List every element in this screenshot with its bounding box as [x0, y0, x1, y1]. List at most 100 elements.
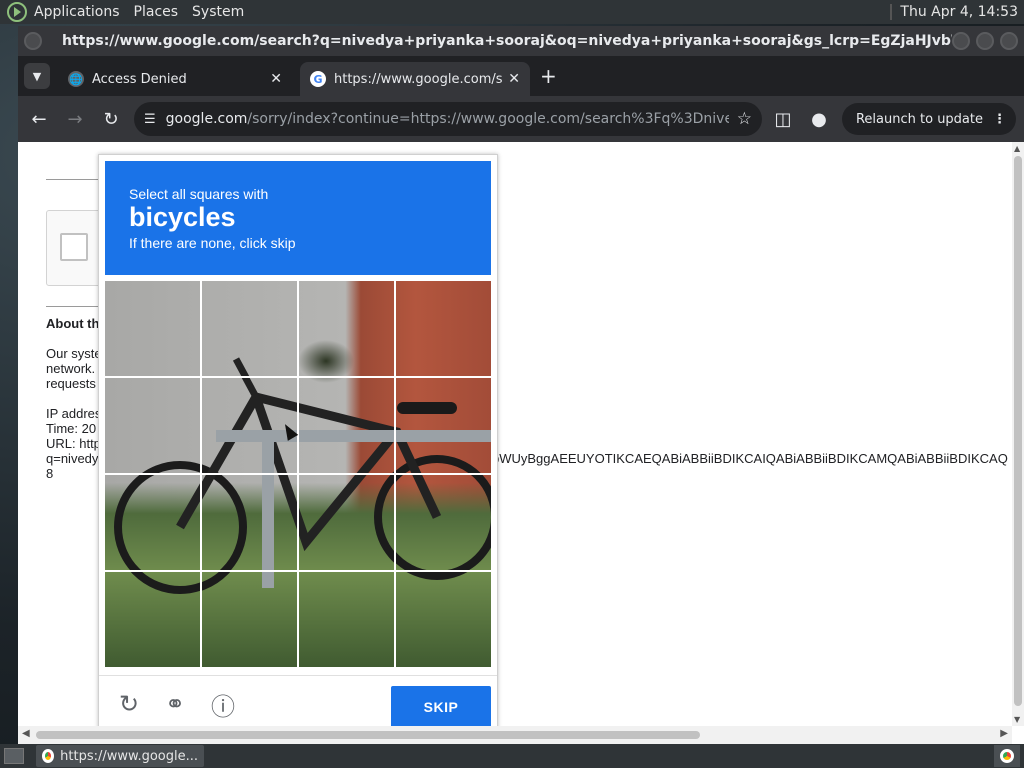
captcha-image-grid: [105, 281, 491, 667]
target-keyword: bicycles: [129, 202, 236, 232]
captcha-challenge: Select all squares with bicycles If ther…: [98, 154, 498, 730]
captcha-tile[interactable]: [299, 572, 394, 667]
captcha-tile[interactable]: [105, 281, 200, 376]
tab-strip: ▼ 🌐 Access Denied ✕ G https://www.google…: [18, 56, 1024, 96]
taskbar-window-button[interactable]: https://www.google...: [36, 745, 204, 767]
bicycle-silhouette: [202, 475, 297, 570]
tile-image: [299, 475, 394, 570]
tab-google-search[interactable]: G https://www.google.com/sea ✕: [300, 62, 530, 96]
browser-window: https://www.google.com/search?q=nivedya+…: [18, 26, 1024, 744]
places-menu[interactable]: Places: [134, 4, 179, 20]
tab-search-button[interactable]: ▼: [24, 63, 50, 89]
reload-icon: ↻: [103, 108, 119, 130]
info-line: URL: http: [46, 436, 101, 451]
close-tab-icon[interactable]: ✕: [270, 71, 282, 87]
captcha-footer: ↻ ⚭ ⓘ SKIP: [99, 675, 497, 731]
close-window-button[interactable]: [1000, 32, 1018, 50]
system-menu[interactable]: System: [192, 4, 244, 20]
close-tab-icon[interactable]: ✕: [508, 71, 520, 87]
window-title-bar[interactable]: https://www.google.com/search?q=nivedya+…: [18, 26, 1024, 56]
url-host: google.com: [165, 111, 248, 127]
reload-challenge-icon[interactable]: ↻: [115, 690, 143, 718]
minimize-button[interactable]: [952, 32, 970, 50]
forward-button[interactable]: →: [60, 104, 90, 134]
captcha-tile[interactable]: [202, 281, 297, 376]
scroll-thumb[interactable]: [36, 731, 700, 739]
tile-image: [105, 378, 200, 473]
side-panel-icon: ◫: [774, 108, 792, 130]
scroll-down-arrow-icon[interactable]: ▼: [1014, 715, 1020, 724]
maximize-button[interactable]: [976, 32, 994, 50]
captcha-tile[interactable]: [105, 572, 200, 667]
tile-image: [202, 475, 297, 570]
tile-image: [299, 378, 394, 473]
para-line: network.: [46, 361, 96, 376]
scroll-left-arrow-icon[interactable]: ◀: [22, 728, 30, 739]
tile-image: [105, 475, 200, 570]
bottom-taskbar: https://www.google...: [0, 744, 1024, 768]
bicycle-silhouette: [202, 572, 274, 590]
show-desktop-icon[interactable]: [4, 748, 24, 764]
window-title: https://www.google.com/search?q=nivedya+…: [62, 33, 952, 49]
page-content: About th Our syste network. requests IP …: [18, 142, 1024, 744]
captcha-tile[interactable]: [299, 475, 394, 570]
tile-image: [299, 281, 394, 376]
site-info-icon[interactable]: ☰: [144, 112, 156, 127]
tab-access-denied[interactable]: 🌐 Access Denied ✕: [58, 62, 292, 96]
captcha-tile[interactable]: [396, 378, 491, 473]
about-heading: About th: [46, 316, 100, 331]
captcha-tile[interactable]: [396, 281, 491, 376]
profile-button[interactable]: ●: [804, 104, 834, 134]
captcha-tile[interactable]: [299, 378, 394, 473]
new-tab-button[interactable]: +: [540, 64, 557, 88]
horizontal-scrollbar[interactable]: ◀ ▶: [18, 726, 1012, 744]
relaunch-button[interactable]: Relaunch to update ⋮: [841, 103, 1016, 135]
relaunch-label: Relaunch to update: [855, 111, 983, 127]
bicycle-silhouette: [299, 281, 394, 376]
scroll-right-arrow-icon[interactable]: ▶: [1000, 728, 1008, 739]
distro-logo-icon[interactable]: [6, 1, 28, 23]
tab-label: https://www.google.com/sea: [334, 71, 503, 87]
scroll-up-arrow-icon[interactable]: ▲: [1014, 144, 1020, 153]
reload-button[interactable]: ↻: [96, 104, 126, 134]
bicycle-silhouette: [114, 475, 200, 570]
bicycle-silhouette: [396, 281, 491, 376]
vertical-scrollbar[interactable]: ▲ ▼: [1012, 142, 1024, 726]
instruction-line: Select all squares with: [129, 186, 269, 202]
captcha-tile[interactable]: [396, 572, 491, 667]
headphones-icon[interactable]: ⚭: [161, 690, 189, 718]
tile-image: [105, 572, 200, 667]
divider: [46, 306, 98, 307]
back-button[interactable]: ←: [24, 104, 54, 134]
globe-icon: 🌐: [68, 71, 84, 87]
applications-menu[interactable]: Applications: [34, 4, 120, 20]
captcha-tile[interactable]: [396, 475, 491, 570]
tile-image: [105, 281, 200, 376]
tile-image: [396, 475, 491, 570]
captcha-tile[interactable]: [299, 281, 394, 376]
bicycle-silhouette: [299, 475, 394, 563]
captcha-tile[interactable]: [105, 378, 200, 473]
window-menu-button[interactable]: [24, 32, 42, 50]
bicycle-silhouette: [131, 572, 200, 594]
captcha-tile[interactable]: [202, 572, 297, 667]
recaptcha-widget: [46, 210, 106, 286]
bicycle-silhouette: [299, 402, 394, 473]
side-panel-button[interactable]: ◫: [768, 104, 798, 134]
info-line: 8: [46, 466, 54, 481]
person-icon: ●: [811, 108, 827, 130]
bicycle-silhouette: [396, 401, 491, 473]
captcha-tile[interactable]: [202, 475, 297, 570]
recaptcha-checkbox[interactable]: [60, 233, 88, 261]
captcha-tile[interactable]: [105, 475, 200, 570]
bookmark-star-icon[interactable]: ☆: [737, 109, 752, 129]
address-bar[interactable]: ☰ google.com /sorry/index?continue=https…: [134, 102, 762, 136]
tray-chrome-icon[interactable]: [994, 745, 1020, 767]
bicycle-silhouette: [141, 460, 200, 473]
tile-image: [396, 281, 491, 376]
clock[interactable]: Thu Apr 4, 14:53: [900, 4, 1018, 20]
scroll-thumb[interactable]: [1014, 156, 1022, 706]
info-icon[interactable]: ⓘ: [209, 690, 237, 721]
tile-image: [299, 572, 394, 667]
skip-button[interactable]: SKIP: [391, 686, 491, 728]
